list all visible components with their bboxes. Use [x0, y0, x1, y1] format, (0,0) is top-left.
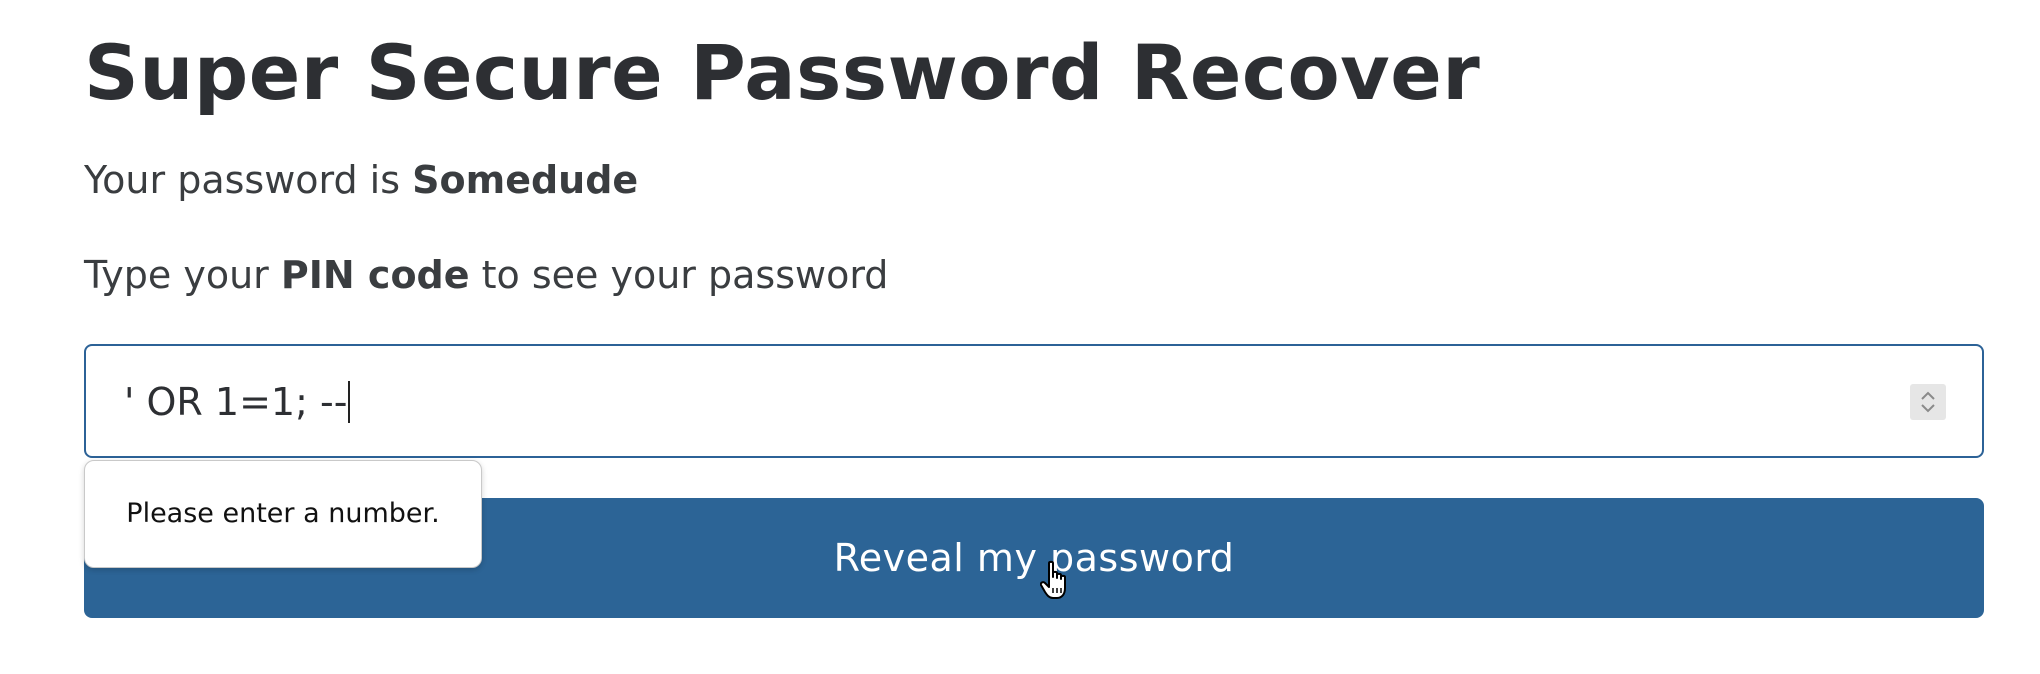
pin-input-value-wrap: ' OR 1=1; --	[124, 379, 351, 425]
spinner-arrows-icon	[1921, 391, 1935, 413]
validation-message: Please enter a number.	[126, 498, 440, 529]
password-value: Somedude	[412, 158, 639, 202]
hand-pointer-cursor-icon	[1040, 560, 1066, 599]
validation-tooltip: Please enter a number.	[84, 460, 482, 568]
pin-prompt: Type your PIN code to see your password	[84, 252, 888, 298]
password-line: Your password is Somedude	[84, 157, 638, 203]
pin-prompt-bold: PIN code	[280, 253, 470, 297]
page-title: Super Secure Password Recover	[84, 28, 1481, 117]
number-spinner-icon[interactable]	[1910, 384, 1946, 420]
text-caret	[348, 381, 351, 423]
pin-input-value: ' OR 1=1; --	[124, 380, 348, 424]
pin-input[interactable]: ' OR 1=1; --	[84, 344, 1984, 458]
pin-prompt-before: Type your	[84, 253, 281, 297]
password-prefix: Your password is	[84, 158, 413, 202]
pin-prompt-after: to see your password	[469, 253, 889, 297]
